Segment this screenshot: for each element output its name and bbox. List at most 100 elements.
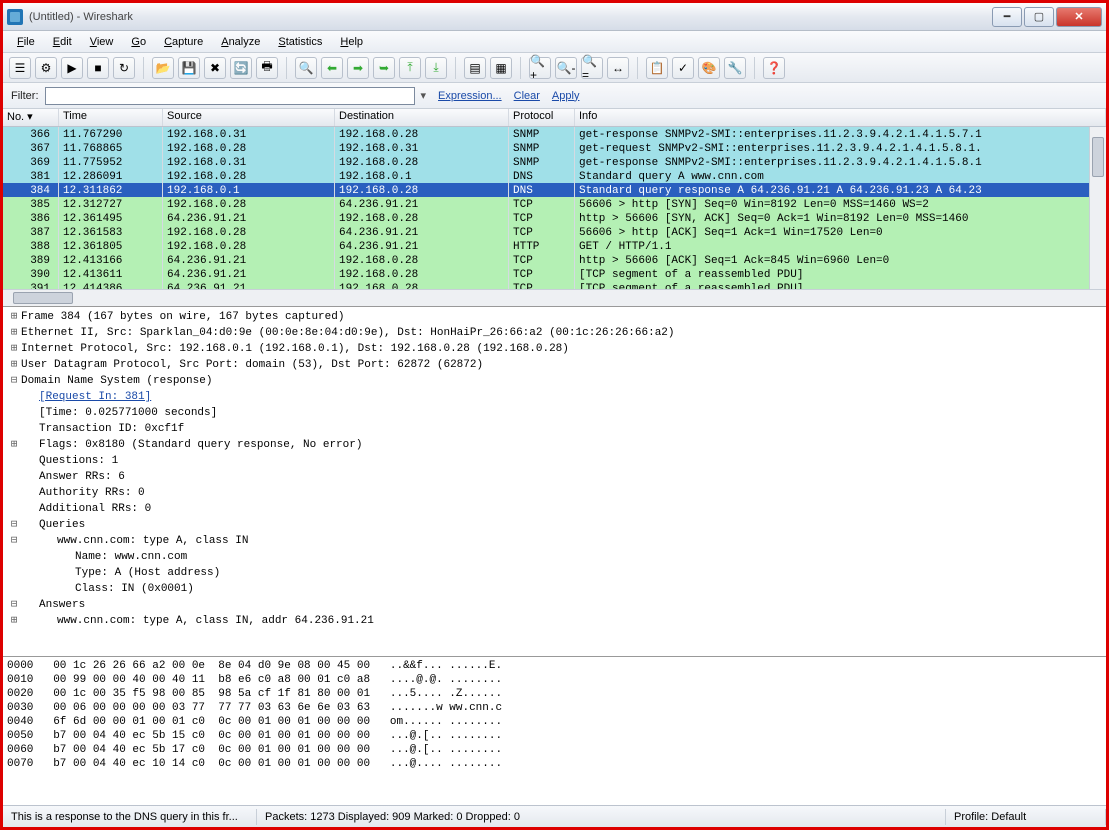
table-row[interactable]: 36711.768865192.168.0.28192.168.0.31SNMP… — [3, 141, 1106, 155]
zoom-out-icon[interactable]: 🔍- — [555, 57, 577, 79]
restart-capture-icon[interactable]: ↻ — [113, 57, 135, 79]
tree-node[interactable]: [Request In: 381] — [7, 389, 1102, 405]
clear-button[interactable]: Clear — [514, 90, 540, 102]
status-stats: Packets: 1273 Displayed: 909 Marked: 0 D… — [257, 809, 946, 825]
coloring-rules-icon[interactable]: 🎨 — [698, 57, 720, 79]
tree-toggle-icon[interactable]: ⊞ — [7, 437, 21, 453]
tree-node[interactable]: Questions: 1 — [7, 453, 1102, 469]
filter-dropdown-icon[interactable]: ▾ — [421, 89, 427, 102]
tree-node[interactable]: Authority RRs: 0 — [7, 485, 1102, 501]
options-icon[interactable]: ⚙ — [35, 57, 57, 79]
tree-node[interactable]: ⊞www.cnn.com: type A, class IN, addr 64.… — [7, 613, 1102, 629]
menu-go[interactable]: Go — [123, 34, 154, 50]
tree-toggle-icon[interactable]: ⊞ — [7, 341, 21, 357]
tree-node[interactable]: [Time: 0.025771000 seconds] — [7, 405, 1102, 421]
autoscroll-icon[interactable]: ▦ — [490, 57, 512, 79]
start-capture-icon[interactable]: ▶ — [61, 57, 83, 79]
colorize-icon[interactable]: ▤ — [464, 57, 486, 79]
col-info[interactable]: Info — [575, 109, 1106, 126]
col-protocol[interactable]: Protocol — [509, 109, 575, 126]
tree-toggle-icon[interactable]: ⊟ — [7, 533, 21, 549]
tree-toggle-icon[interactable]: ⊞ — [7, 357, 21, 373]
table-row[interactable]: 38112.286091192.168.0.28192.168.0.1DNSSt… — [3, 169, 1106, 183]
window-title: (Untitled) - Wireshark — [29, 11, 133, 23]
tree-toggle-icon[interactable]: ⊞ — [7, 325, 21, 341]
tree-node[interactable]: ⊟Answers — [7, 597, 1102, 613]
table-row[interactable]: 36611.767290192.168.0.31192.168.0.28SNMP… — [3, 127, 1106, 141]
filter-label: Filter: — [11, 90, 39, 102]
back-icon[interactable]: ⬅ — [321, 57, 343, 79]
status-profile: Profile: Default — [946, 809, 1106, 825]
menu-statistics[interactable]: Statistics — [270, 34, 330, 50]
table-row[interactable]: 38612.36149564.236.91.21192.168.0.28TCPh… — [3, 211, 1106, 225]
tree-node[interactable]: ⊞Flags: 0x8180 (Standard query response,… — [7, 437, 1102, 453]
go-last-icon[interactable]: ⤓ — [425, 57, 447, 79]
col-destination[interactable]: Destination — [335, 109, 509, 126]
table-row[interactable]: 38812.361805192.168.0.2864.236.91.21HTTP… — [3, 239, 1106, 253]
menu-view[interactable]: View — [82, 34, 122, 50]
table-row[interactable]: 36911.775952192.168.0.31192.168.0.28SNMP… — [3, 155, 1106, 169]
tree-node[interactable]: ⊟Queries — [7, 517, 1102, 533]
tree-toggle-icon[interactable]: ⊟ — [7, 597, 21, 613]
tree-node[interactable]: Answer RRs: 6 — [7, 469, 1102, 485]
tree-node[interactable]: ⊟www.cnn.com: type A, class IN — [7, 533, 1102, 549]
packet-details-pane[interactable]: ⊞Frame 384 (167 bytes on wire, 167 bytes… — [3, 307, 1106, 657]
col-time[interactable]: Time — [59, 109, 163, 126]
tree-toggle-icon[interactable]: ⊟ — [7, 517, 21, 533]
goto-icon[interactable]: ➥ — [373, 57, 395, 79]
stop-capture-icon[interactable]: ■ — [87, 57, 109, 79]
tree-node[interactable]: ⊞Ethernet II, Src: Sparklan_04:d0:9e (00… — [7, 325, 1102, 341]
find-icon[interactable]: 🔍 — [295, 57, 317, 79]
table-row[interactable]: 38512.312727192.168.0.2864.236.91.21TCP5… — [3, 197, 1106, 211]
minimize-button[interactable]: ━ — [992, 7, 1022, 27]
tree-node[interactable]: ⊞Frame 384 (167 bytes on wire, 167 bytes… — [7, 309, 1102, 325]
resize-cols-icon[interactable]: ↔ — [607, 57, 629, 79]
table-row[interactable]: 38412.311862192.168.0.1192.168.0.28DNSSt… — [3, 183, 1106, 197]
table-row[interactable]: 38912.41316664.236.91.21192.168.0.28TCPh… — [3, 253, 1106, 267]
tree-toggle-icon[interactable]: ⊟ — [7, 373, 21, 389]
reload-icon[interactable]: 🔄 — [230, 57, 252, 79]
maximize-button[interactable]: ▢ — [1024, 7, 1054, 27]
print-icon[interactable]: 🖶 — [256, 57, 278, 79]
apply-button[interactable]: Apply — [552, 90, 580, 102]
expression-button[interactable]: Expression... — [438, 90, 502, 102]
table-row[interactable]: 38712.361583192.168.0.2864.236.91.21TCP5… — [3, 225, 1106, 239]
display-filters-icon[interactable]: ✓ — [672, 57, 694, 79]
tree-node[interactable]: Additional RRs: 0 — [7, 501, 1102, 517]
vertical-scrollbar[interactable] — [1089, 127, 1106, 289]
menu-edit[interactable]: Edit — [45, 34, 80, 50]
interfaces-icon[interactable]: ☰ — [9, 57, 31, 79]
tree-node[interactable]: Type: A (Host address) — [7, 565, 1102, 581]
save-icon[interactable]: 💾 — [178, 57, 200, 79]
tree-toggle-icon[interactable]: ⊞ — [7, 613, 21, 629]
packet-list-body[interactable]: 36611.767290192.168.0.31192.168.0.28SNMP… — [3, 127, 1106, 289]
table-row[interactable]: 39112.41438664.236.91.21192.168.0.28TCP[… — [3, 281, 1106, 289]
close-button[interactable]: ✕ — [1056, 7, 1102, 27]
tree-node[interactable]: Name: www.cnn.com — [7, 549, 1102, 565]
menu-file[interactable]: File — [9, 34, 43, 50]
preferences-icon[interactable]: 🔧 — [724, 57, 746, 79]
help-icon[interactable]: ❓ — [763, 57, 785, 79]
tree-node[interactable]: ⊞Internet Protocol, Src: 192.168.0.1 (19… — [7, 341, 1102, 357]
packet-bytes-pane[interactable]: 0000 00 1c 26 26 66 a2 00 0e 8e 04 d0 9e… — [3, 657, 1106, 805]
menu-help[interactable]: Help — [332, 34, 371, 50]
filter-input[interactable] — [45, 87, 415, 105]
close-file-icon[interactable]: ✖ — [204, 57, 226, 79]
tree-node[interactable]: ⊟Domain Name System (response) — [7, 373, 1102, 389]
horizontal-scrollbar[interactable] — [3, 289, 1106, 306]
open-icon[interactable]: 📂 — [152, 57, 174, 79]
col-source[interactable]: Source — [163, 109, 335, 126]
zoom-in-icon[interactable]: 🔍+ — [529, 57, 551, 79]
col-no[interactable]: No. ▾ — [3, 109, 59, 126]
table-row[interactable]: 39012.41361164.236.91.21192.168.0.28TCP[… — [3, 267, 1106, 281]
menu-analyze[interactable]: Analyze — [213, 34, 268, 50]
capture-filters-icon[interactable]: 📋 — [646, 57, 668, 79]
tree-node[interactable]: Transaction ID: 0xcf1f — [7, 421, 1102, 437]
menu-capture[interactable]: Capture — [156, 34, 211, 50]
tree-toggle-icon[interactable]: ⊞ — [7, 309, 21, 325]
forward-icon[interactable]: ➡ — [347, 57, 369, 79]
tree-node[interactable]: ⊞User Datagram Protocol, Src Port: domai… — [7, 357, 1102, 373]
tree-node[interactable]: Class: IN (0x0001) — [7, 581, 1102, 597]
zoom-reset-icon[interactable]: 🔍= — [581, 57, 603, 79]
go-first-icon[interactable]: ⤒ — [399, 57, 421, 79]
